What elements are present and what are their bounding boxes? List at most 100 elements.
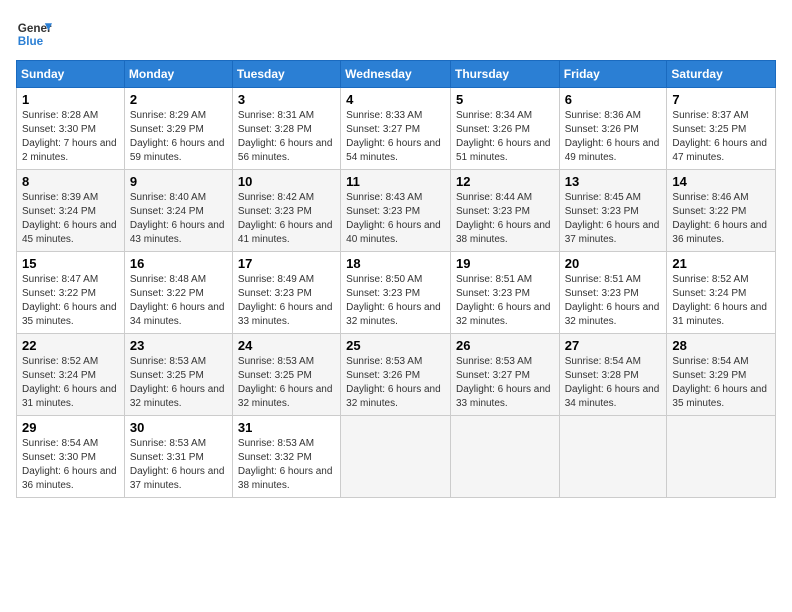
day-of-week-header: Friday (559, 61, 667, 88)
calendar-day-cell: 5 Sunrise: 8:34 AMSunset: 3:26 PMDayligh… (450, 88, 559, 170)
calendar-day-cell: 21 Sunrise: 8:52 AMSunset: 3:24 PMDaylig… (667, 252, 776, 334)
day-number: 25 (346, 338, 445, 353)
day-number: 20 (565, 256, 662, 271)
day-info: Sunrise: 8:48 AMSunset: 3:22 PMDaylight:… (130, 273, 227, 329)
day-number: 13 (565, 174, 662, 189)
day-of-week-header: Saturday (667, 61, 776, 88)
day-number: 27 (565, 338, 662, 353)
day-info: Sunrise: 8:40 AMSunset: 3:24 PMDaylight:… (130, 191, 227, 247)
calendar-week-row: 1 Sunrise: 8:28 AMSunset: 3:30 PMDayligh… (17, 88, 776, 170)
day-number: 5 (456, 92, 554, 107)
day-number: 31 (238, 420, 335, 435)
calendar-week-row: 15 Sunrise: 8:47 AMSunset: 3:22 PMDaylig… (17, 252, 776, 334)
calendar-day-cell (341, 416, 451, 498)
calendar-day-cell: 3 Sunrise: 8:31 AMSunset: 3:28 PMDayligh… (232, 88, 340, 170)
day-info: Sunrise: 8:52 AMSunset: 3:24 PMDaylight:… (672, 273, 770, 329)
day-info: Sunrise: 8:47 AMSunset: 3:22 PMDaylight:… (22, 273, 119, 329)
calendar-day-cell (450, 416, 559, 498)
calendar-day-cell: 18 Sunrise: 8:50 AMSunset: 3:23 PMDaylig… (341, 252, 451, 334)
day-number: 22 (22, 338, 119, 353)
calendar-header-row: SundayMondayTuesdayWednesdayThursdayFrid… (17, 61, 776, 88)
calendar-day-cell: 6 Sunrise: 8:36 AMSunset: 3:26 PMDayligh… (559, 88, 667, 170)
calendar-day-cell (667, 416, 776, 498)
day-info: Sunrise: 8:31 AMSunset: 3:28 PMDaylight:… (238, 109, 335, 165)
day-number: 9 (130, 174, 227, 189)
calendar-day-cell: 20 Sunrise: 8:51 AMSunset: 3:23 PMDaylig… (559, 252, 667, 334)
day-number: 6 (565, 92, 662, 107)
day-info: Sunrise: 8:39 AMSunset: 3:24 PMDaylight:… (22, 191, 119, 247)
calendar-day-cell: 16 Sunrise: 8:48 AMSunset: 3:22 PMDaylig… (124, 252, 232, 334)
day-info: Sunrise: 8:54 AMSunset: 3:29 PMDaylight:… (672, 355, 770, 411)
day-number: 1 (22, 92, 119, 107)
day-info: Sunrise: 8:54 AMSunset: 3:28 PMDaylight:… (565, 355, 662, 411)
calendar-day-cell: 11 Sunrise: 8:43 AMSunset: 3:23 PMDaylig… (341, 170, 451, 252)
day-of-week-header: Tuesday (232, 61, 340, 88)
day-number: 26 (456, 338, 554, 353)
day-of-week-header: Thursday (450, 61, 559, 88)
calendar-day-cell: 25 Sunrise: 8:53 AMSunset: 3:26 PMDaylig… (341, 334, 451, 416)
calendar-day-cell (559, 416, 667, 498)
calendar-week-row: 22 Sunrise: 8:52 AMSunset: 3:24 PMDaylig… (17, 334, 776, 416)
day-number: 18 (346, 256, 445, 271)
day-info: Sunrise: 8:43 AMSunset: 3:23 PMDaylight:… (346, 191, 445, 247)
day-number: 11 (346, 174, 445, 189)
calendar-day-cell: 13 Sunrise: 8:45 AMSunset: 3:23 PMDaylig… (559, 170, 667, 252)
day-number: 8 (22, 174, 119, 189)
calendar-day-cell: 2 Sunrise: 8:29 AMSunset: 3:29 PMDayligh… (124, 88, 232, 170)
day-number: 7 (672, 92, 770, 107)
day-info: Sunrise: 8:51 AMSunset: 3:23 PMDaylight:… (456, 273, 554, 329)
day-info: Sunrise: 8:53 AMSunset: 3:32 PMDaylight:… (238, 437, 335, 493)
page-header: General Blue (16, 16, 776, 52)
calendar-day-cell: 22 Sunrise: 8:52 AMSunset: 3:24 PMDaylig… (17, 334, 125, 416)
day-number: 16 (130, 256, 227, 271)
day-number: 12 (456, 174, 554, 189)
day-number: 23 (130, 338, 227, 353)
day-of-week-header: Wednesday (341, 61, 451, 88)
day-info: Sunrise: 8:53 AMSunset: 3:25 PMDaylight:… (238, 355, 335, 411)
calendar-day-cell: 27 Sunrise: 8:54 AMSunset: 3:28 PMDaylig… (559, 334, 667, 416)
calendar-table: SundayMondayTuesdayWednesdayThursdayFrid… (16, 60, 776, 498)
day-number: 15 (22, 256, 119, 271)
day-number: 21 (672, 256, 770, 271)
calendar-day-cell: 10 Sunrise: 8:42 AMSunset: 3:23 PMDaylig… (232, 170, 340, 252)
calendar-day-cell: 15 Sunrise: 8:47 AMSunset: 3:22 PMDaylig… (17, 252, 125, 334)
day-number: 24 (238, 338, 335, 353)
day-info: Sunrise: 8:51 AMSunset: 3:23 PMDaylight:… (565, 273, 662, 329)
calendar-day-cell: 28 Sunrise: 8:54 AMSunset: 3:29 PMDaylig… (667, 334, 776, 416)
day-info: Sunrise: 8:49 AMSunset: 3:23 PMDaylight:… (238, 273, 335, 329)
day-info: Sunrise: 8:42 AMSunset: 3:23 PMDaylight:… (238, 191, 335, 247)
day-info: Sunrise: 8:52 AMSunset: 3:24 PMDaylight:… (22, 355, 119, 411)
calendar-day-cell: 31 Sunrise: 8:53 AMSunset: 3:32 PMDaylig… (232, 416, 340, 498)
calendar-day-cell: 30 Sunrise: 8:53 AMSunset: 3:31 PMDaylig… (124, 416, 232, 498)
day-number: 14 (672, 174, 770, 189)
day-info: Sunrise: 8:46 AMSunset: 3:22 PMDaylight:… (672, 191, 770, 247)
day-of-week-header: Sunday (17, 61, 125, 88)
day-number: 4 (346, 92, 445, 107)
calendar-day-cell: 7 Sunrise: 8:37 AMSunset: 3:25 PMDayligh… (667, 88, 776, 170)
day-info: Sunrise: 8:44 AMSunset: 3:23 PMDaylight:… (456, 191, 554, 247)
calendar-day-cell: 1 Sunrise: 8:28 AMSunset: 3:30 PMDayligh… (17, 88, 125, 170)
day-info: Sunrise: 8:28 AMSunset: 3:30 PMDaylight:… (22, 109, 119, 165)
day-info: Sunrise: 8:36 AMSunset: 3:26 PMDaylight:… (565, 109, 662, 165)
day-number: 2 (130, 92, 227, 107)
day-info: Sunrise: 8:53 AMSunset: 3:25 PMDaylight:… (130, 355, 227, 411)
day-info: Sunrise: 8:53 AMSunset: 3:31 PMDaylight:… (130, 437, 227, 493)
calendar-day-cell: 9 Sunrise: 8:40 AMSunset: 3:24 PMDayligh… (124, 170, 232, 252)
day-number: 10 (238, 174, 335, 189)
calendar-week-row: 8 Sunrise: 8:39 AMSunset: 3:24 PMDayligh… (17, 170, 776, 252)
day-number: 29 (22, 420, 119, 435)
day-number: 30 (130, 420, 227, 435)
calendar-day-cell: 23 Sunrise: 8:53 AMSunset: 3:25 PMDaylig… (124, 334, 232, 416)
calendar-day-cell: 4 Sunrise: 8:33 AMSunset: 3:27 PMDayligh… (341, 88, 451, 170)
calendar-day-cell: 19 Sunrise: 8:51 AMSunset: 3:23 PMDaylig… (450, 252, 559, 334)
calendar-week-row: 29 Sunrise: 8:54 AMSunset: 3:30 PMDaylig… (17, 416, 776, 498)
day-info: Sunrise: 8:33 AMSunset: 3:27 PMDaylight:… (346, 109, 445, 165)
day-number: 19 (456, 256, 554, 271)
day-info: Sunrise: 8:34 AMSunset: 3:26 PMDaylight:… (456, 109, 554, 165)
logo: General Blue (16, 16, 52, 52)
day-info: Sunrise: 8:50 AMSunset: 3:23 PMDaylight:… (346, 273, 445, 329)
day-info: Sunrise: 8:37 AMSunset: 3:25 PMDaylight:… (672, 109, 770, 165)
day-info: Sunrise: 8:54 AMSunset: 3:30 PMDaylight:… (22, 437, 119, 493)
day-info: Sunrise: 8:53 AMSunset: 3:26 PMDaylight:… (346, 355, 445, 411)
day-info: Sunrise: 8:53 AMSunset: 3:27 PMDaylight:… (456, 355, 554, 411)
